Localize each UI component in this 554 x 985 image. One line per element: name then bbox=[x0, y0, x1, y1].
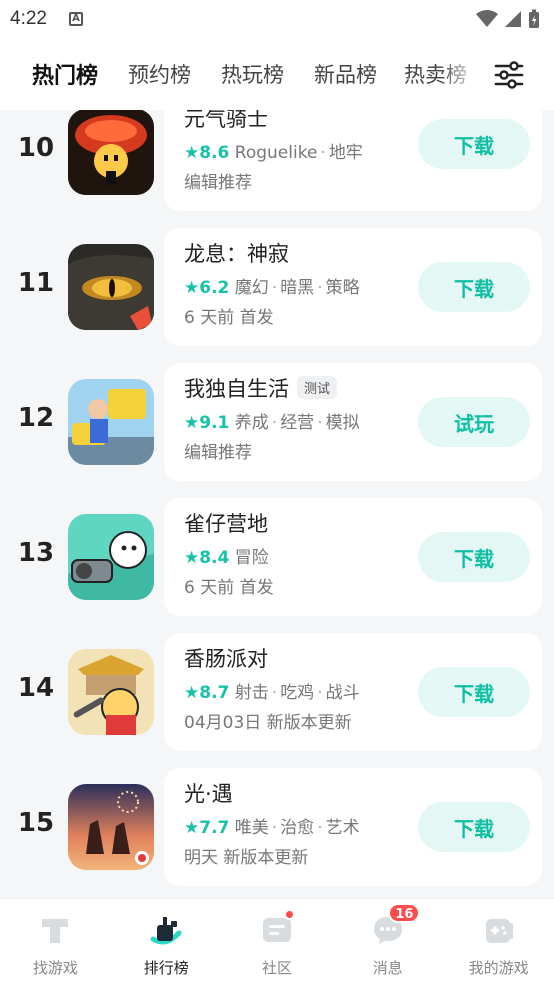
game-title: 龙息：神寂 bbox=[184, 242, 289, 266]
game-meta: ★8.6 Roguelike · 地牢 bbox=[184, 143, 363, 163]
nav-label: 排行榜 bbox=[143, 959, 189, 977]
tag: 治愈 bbox=[280, 818, 315, 838]
nav-label: 消息 bbox=[372, 959, 403, 977]
game-note: 编辑推荐 bbox=[184, 443, 252, 463]
sky-icon[interactable] bbox=[68, 784, 154, 870]
tag: 策略 bbox=[325, 278, 360, 298]
nav-label: 我的游戏 bbox=[468, 959, 529, 977]
try-play-button[interactable]: 试玩 bbox=[418, 397, 530, 447]
game-note: 04月03日 新版本更新 bbox=[184, 713, 352, 733]
game-note: 6 天前 首发 bbox=[184, 578, 274, 598]
game-meta: ★8.4 冒险 bbox=[184, 543, 269, 568]
game-title: 我独自生活 测试 bbox=[184, 373, 338, 403]
score: ★8.7 bbox=[184, 683, 230, 703]
status-bar: 4:22 A bbox=[0, 0, 554, 38]
download-button[interactable]: 下载 bbox=[418, 667, 530, 717]
game-meta: ★8.7 射击 · 吃鸡 · 战斗 bbox=[184, 683, 360, 703]
download-button[interactable]: 下载 bbox=[418, 262, 530, 312]
living-alone-icon[interactable] bbox=[68, 379, 154, 465]
unread-dot bbox=[283, 909, 295, 920]
ranking-icon bbox=[150, 917, 182, 945]
ranking-tab-bar: 热门榜 预约榜 热玩榜 新品榜 热卖榜 bbox=[0, 38, 554, 110]
game-card[interactable]: 香肠派对 ★8.7 射击 · 吃鸡 · 战斗 04月03日 新版本更新 下载 bbox=[164, 633, 542, 751]
status-time: 4:22 bbox=[10, 8, 47, 29]
rank-number: 12 bbox=[17, 403, 55, 433]
list-item[interactable]: 14 香肠派对 ★8.7 射击 · 吃鸡 · 战斗 04月03日 新版本更新 下载 bbox=[0, 633, 554, 751]
tag: 模拟 bbox=[325, 413, 360, 433]
game-card[interactable]: 光·遇 ★7.7 唯美 · 治愈 · 艺术 明天 新版本更新 下载 bbox=[164, 768, 542, 886]
nav-community[interactable]: 社区 bbox=[222, 899, 333, 985]
tab-hot-play[interactable]: 热玩榜 bbox=[221, 59, 284, 89]
tag: Roguelike bbox=[234, 143, 318, 163]
test-badge: 测试 bbox=[297, 376, 338, 399]
game-title: 香肠派对 bbox=[184, 647, 268, 671]
signal-icon bbox=[505, 11, 521, 27]
message-count-badge: 16 bbox=[388, 903, 421, 923]
wifi-icon bbox=[476, 10, 498, 27]
my-games-icon bbox=[485, 919, 513, 943]
tag: 地牢 bbox=[328, 143, 363, 163]
download-button[interactable]: 下载 bbox=[418, 802, 530, 852]
list-item[interactable]: 11 龙息：神寂 ★6.2 魔幻 · 暗黑 · 策略 6 天前 首发 下载 bbox=[0, 228, 554, 346]
dragon-eye-icon[interactable] bbox=[68, 244, 154, 330]
game-title: 元气骑士 bbox=[184, 110, 268, 131]
nav-my-games[interactable]: 我的游戏 bbox=[443, 899, 554, 985]
list-item[interactable]: 13 雀仔营地 ★8.4 冒险 6 天前 首发 下载 bbox=[0, 498, 554, 616]
nav-find-game[interactable]: 找游戏 bbox=[0, 899, 111, 985]
notification-a-icon: A bbox=[68, 12, 83, 26]
tag: 吃鸡 bbox=[280, 683, 315, 703]
tag: 艺术 bbox=[325, 818, 360, 838]
game-title: 光·遇 bbox=[184, 782, 233, 806]
tag: 暗黑 bbox=[280, 278, 315, 298]
score: ★8.6 bbox=[184, 143, 230, 163]
sausage-party-icon[interactable] bbox=[68, 649, 154, 735]
list-item[interactable]: 10 元气骑士 ★8.6 Roguelike · 地牢 编辑推荐 下载 bbox=[0, 110, 554, 211]
rank-number: 10 bbox=[17, 133, 55, 163]
nav-ranking[interactable]: 排行榜 bbox=[111, 899, 222, 985]
list-item[interactable]: 15 光·遇 ★7.7 唯美 · 治愈 · 艺术 明天 新版本更新 下载 bbox=[0, 768, 554, 886]
score: ★9.1 bbox=[184, 413, 230, 433]
game-title: 雀仔营地 bbox=[184, 512, 268, 536]
rank-number: 14 bbox=[17, 673, 55, 703]
tag: 养成 bbox=[234, 413, 269, 433]
tab-hot[interactable]: 热门榜 bbox=[30, 58, 101, 90]
game-meta: ★6.2 魔幻 · 暗黑 · 策略 bbox=[184, 278, 360, 298]
bottom-navigation: 找游戏 排行榜 社区 16 消息 我的游戏 bbox=[0, 898, 554, 985]
bird-camp-icon[interactable] bbox=[68, 514, 154, 600]
soul-knight-icon[interactable] bbox=[68, 110, 154, 195]
game-card[interactable]: 雀仔营地 ★8.4 冒险 6 天前 首发 下载 bbox=[164, 498, 542, 616]
download-button[interactable]: 下载 bbox=[418, 119, 530, 169]
game-meta: ★7.7 唯美 · 治愈 · 艺术 bbox=[184, 818, 360, 838]
rank-number: 13 bbox=[17, 538, 55, 568]
game-note: 6 天前 首发 bbox=[184, 308, 274, 328]
ranking-list: 10 元气骑士 ★8.6 Roguelike · 地牢 编辑推荐 下载 11 龙… bbox=[0, 110, 554, 898]
find-game-icon bbox=[42, 919, 69, 943]
game-card[interactable]: 元气骑士 ★8.6 Roguelike · 地牢 编辑推荐 下载 bbox=[164, 110, 542, 211]
nav-label: 找游戏 bbox=[32, 959, 78, 977]
score: ★8.4 bbox=[184, 548, 230, 568]
game-card[interactable]: 我独自生活 测试 ★9.1 养成 · 经营 · 模拟 编辑推荐 试玩 bbox=[164, 363, 542, 481]
rank-number: 15 bbox=[17, 808, 55, 838]
battery-icon bbox=[529, 9, 539, 28]
tab-new[interactable]: 新品榜 bbox=[314, 59, 377, 89]
tag: 唯美 bbox=[234, 818, 269, 838]
score: ★6.2 bbox=[184, 278, 230, 298]
tab-reservation[interactable]: 预约榜 bbox=[128, 59, 191, 89]
rank-number: 11 bbox=[17, 268, 55, 298]
game-card[interactable]: 龙息：神寂 ★6.2 魔幻 · 暗黑 · 策略 6 天前 首发 下载 bbox=[164, 228, 542, 346]
tag: 冒险 bbox=[234, 548, 269, 568]
nav-messages[interactable]: 16 消息 bbox=[332, 899, 443, 985]
score: ★7.7 bbox=[184, 818, 230, 838]
tag: 战斗 bbox=[325, 683, 360, 703]
game-note: 明天 新版本更新 bbox=[184, 848, 309, 868]
tag: 射击 bbox=[234, 683, 269, 703]
list-item[interactable]: 12 我独自生活 测试 ★9.1 养成 · 经营 · 模拟 编辑推荐 试玩 bbox=[0, 363, 554, 481]
nav-label: 社区 bbox=[261, 959, 292, 977]
filter-icon[interactable] bbox=[494, 60, 524, 90]
tag: 经营 bbox=[280, 413, 315, 433]
tag: 魔幻 bbox=[234, 278, 269, 298]
game-note: 编辑推荐 bbox=[184, 173, 252, 193]
game-meta: ★9.1 养成 · 经营 · 模拟 bbox=[184, 413, 360, 433]
download-button[interactable]: 下载 bbox=[418, 532, 530, 582]
